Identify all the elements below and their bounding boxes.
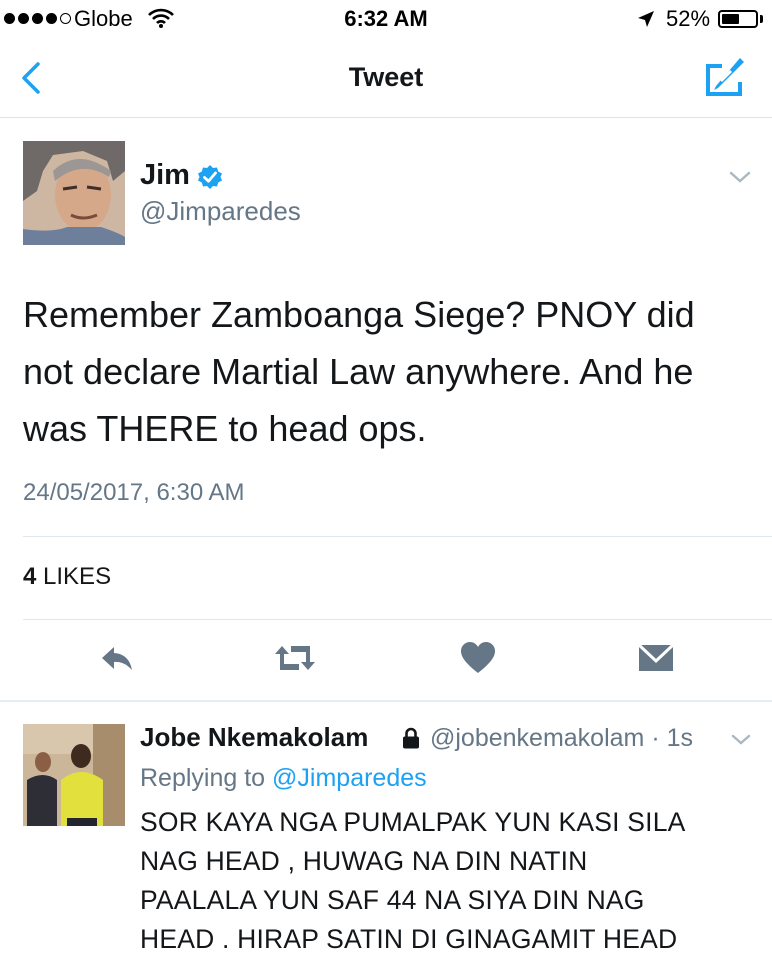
tweet-text-line: not declare Martial Law anywhere. And he: [23, 351, 694, 392]
reply-text-line: HEAD . HIRAP SATIN DI GINAGAMIT HEAD: [140, 924, 678, 954]
likes-count: 4: [23, 563, 37, 590]
tweet-text-line: was THERE to head ops.: [23, 408, 427, 449]
reply-text-line: NAG HEAD , HUWAG NA DIN NATIN: [140, 846, 588, 876]
message-icon: [637, 643, 675, 671]
retweet-button[interactable]: [271, 640, 319, 676]
reply-text-line: SOR KAYA NGA PUMALPAK YUN KASI SILA: [140, 807, 686, 837]
compose-tweet-button[interactable]: [700, 56, 748, 100]
battery-percent: 52%: [666, 6, 711, 31]
reply-icon: [102, 647, 132, 670]
battery-level-fill: [722, 14, 739, 24]
location-arrow-icon: [636, 9, 656, 34]
tweet-options-chevron-down-icon[interactable]: [728, 168, 752, 186]
reply-button[interactable]: [98, 640, 138, 676]
compose-icon: [706, 58, 744, 96]
battery-icon: [718, 10, 758, 28]
reply-options-chevron-down-icon[interactable]: [730, 732, 752, 748]
replying-to-handle-link[interactable]: @Jimparedes: [272, 764, 427, 792]
reply-author-name[interactable]: Jobe Nkemakolam: [140, 722, 368, 753]
like-button[interactable]: [458, 640, 498, 676]
reply-text-line: PAALALA YUN SAF 44 NA SIYA DIN NAG: [140, 885, 645, 915]
divider: [23, 536, 772, 537]
author-avatar[interactable]: [23, 141, 125, 245]
tweet-text-line: Remember Zamboanga Siege? PNOY did: [23, 294, 695, 335]
likes-label: LIKES: [43, 563, 112, 590]
reply-handle-time[interactable]: @jobenkemakolam · 1s: [430, 724, 693, 753]
avatar-photo: [23, 141, 125, 245]
battery-tip: [760, 15, 763, 23]
reply-text: SOR KAYA NGA PUMALPAK YUN KASI SILA NAG …: [140, 803, 765, 959]
like-icon: [461, 642, 495, 673]
tweet-text: Remember Zamboanga Siege? PNOY did not d…: [23, 286, 753, 457]
divider: [23, 619, 772, 620]
author-handle[interactable]: @Jimparedes: [140, 196, 301, 227]
direct-message-button[interactable]: [636, 640, 676, 676]
protected-lock-icon: [402, 726, 420, 750]
author-name[interactable]: Jim: [140, 159, 190, 192]
verified-badge-icon: [197, 164, 223, 190]
clock: 6:32 AM: [344, 6, 428, 31]
section-separator: [0, 700, 772, 702]
navigation-bar: Tweet: [0, 40, 772, 118]
status-bar: Globe 6:32 AM 52%: [0, 0, 772, 40]
avatar-photo: [23, 724, 125, 826]
likes-count-link[interactable]: 4 LIKES: [23, 563, 111, 591]
replying-to-label: Replying to: [140, 764, 266, 792]
reply-author-avatar[interactable]: [23, 724, 125, 826]
replying-to: Replying to @Jimparedes: [140, 764, 427, 793]
retweet-icon: [275, 646, 315, 670]
page-title: Tweet: [348, 62, 424, 92]
tweet-timestamp: 24/05/2017, 6:30 AM: [23, 479, 245, 506]
